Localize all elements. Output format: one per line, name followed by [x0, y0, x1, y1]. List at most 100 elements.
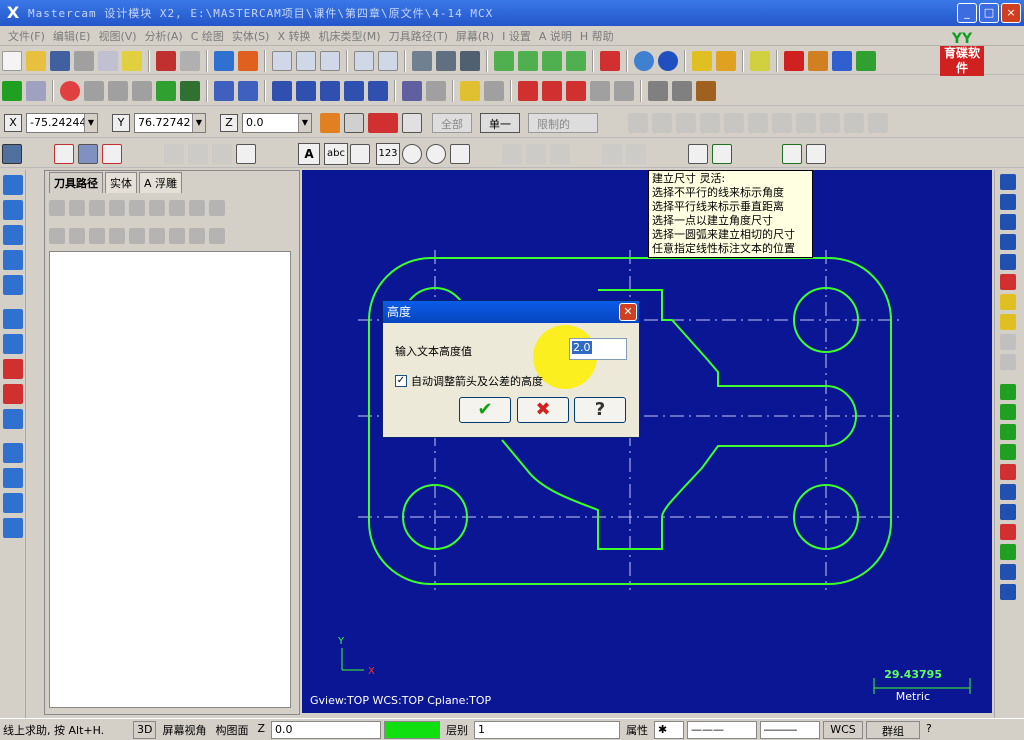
- menu-create[interactable]: C 绘图: [191, 28, 224, 44]
- x-coord-field[interactable]: -75.24244 ▼: [26, 112, 98, 133]
- select-single-button[interactable]: 单一: [480, 112, 520, 133]
- menu-machine[interactable]: 机床类型(M): [319, 28, 381, 44]
- dim-option-icon[interactable]: [626, 143, 646, 164]
- view-top-icon[interactable]: [518, 50, 538, 71]
- sphere-icon[interactable]: [658, 50, 678, 71]
- move-up-icon[interactable]: [129, 228, 145, 244]
- post-icon[interactable]: [189, 200, 205, 216]
- tool-icon[interactable]: [1000, 404, 1016, 420]
- toolpath-icon[interactable]: [3, 175, 23, 195]
- distance-icon[interactable]: [484, 80, 504, 101]
- 3d-toggle[interactable]: 3D: [133, 720, 157, 739]
- tool-icon[interactable]: [1000, 384, 1016, 400]
- level-field[interactable]: 1: [474, 720, 621, 739]
- line-icon[interactable]: [26, 80, 46, 101]
- help-mark-icon[interactable]: [806, 143, 826, 164]
- toolpath-icon[interactable]: [3, 384, 23, 404]
- attributes-button[interactable]: 属性: [623, 720, 652, 739]
- regen-icon[interactable]: [89, 200, 105, 216]
- menu-toolpaths[interactable]: 刀具路径(T): [389, 28, 448, 44]
- pencil-icon[interactable]: [692, 50, 712, 71]
- verify-icon[interactable]: [149, 200, 165, 216]
- select-tool-icon[interactable]: [724, 112, 744, 133]
- view-front-icon[interactable]: [542, 50, 562, 71]
- dim-horizontal-icon[interactable]: [54, 143, 74, 164]
- tool-icon[interactable]: [1000, 564, 1016, 580]
- zoom-window-icon[interactable]: [296, 50, 316, 71]
- dim-option-icon[interactable]: [212, 143, 232, 164]
- regen-dirty-icon[interactable]: [109, 200, 125, 216]
- select-dirty-icon[interactable]: [69, 200, 85, 216]
- text-ab-icon[interactable]: [450, 143, 470, 164]
- redo-icon[interactable]: [180, 50, 200, 71]
- properties-icon[interactable]: [122, 50, 142, 71]
- print-preview-icon[interactable]: [98, 50, 118, 71]
- select-tool-icon[interactable]: [772, 112, 792, 133]
- globe-icon[interactable]: [634, 50, 654, 71]
- select-tool-icon[interactable]: [844, 112, 864, 133]
- view-iso-icon[interactable]: [494, 50, 514, 71]
- backplot-icon[interactable]: [129, 200, 145, 216]
- chain-icon[interactable]: [566, 80, 586, 101]
- insert-icon[interactable]: [149, 228, 165, 244]
- expand-icon[interactable]: [189, 228, 205, 244]
- line-width-dropdown[interactable]: ―――: [760, 720, 821, 739]
- chevron-down-icon[interactable]: ▼: [84, 113, 97, 132]
- help-icon[interactable]: [784, 50, 804, 71]
- level-label[interactable]: 层别: [443, 720, 472, 739]
- selection-mode-dropdown[interactable]: 限制的: [528, 112, 598, 133]
- select-tool-icon[interactable]: [748, 112, 768, 133]
- fast-point-icon[interactable]: [320, 112, 340, 133]
- menu-file[interactable]: 文件(F): [8, 28, 45, 44]
- menu-edit[interactable]: 编辑(E): [53, 28, 91, 44]
- tab-solids[interactable]: 实体: [105, 172, 137, 193]
- toolpath-icon[interactable]: [3, 468, 23, 488]
- dim-option-icon[interactable]: [602, 143, 622, 164]
- open-file-icon[interactable]: [26, 50, 46, 71]
- point-icon[interactable]: [2, 80, 22, 101]
- lock-icon[interactable]: [49, 228, 65, 244]
- tool-icon[interactable]: [1000, 584, 1016, 600]
- ok-apply-icon[interactable]: [2, 143, 22, 164]
- dim-option-icon[interactable]: [188, 143, 208, 164]
- graphics-area[interactable]: Y X Gview:TOP WCS:TOP Cplane:TOP 29.4379…: [302, 170, 992, 713]
- select-all-button[interactable]: 全部: [432, 112, 472, 133]
- dim-arrows-icon[interactable]: [102, 143, 122, 164]
- select-all-ops-icon[interactable]: [49, 200, 65, 216]
- translate-icon[interactable]: [272, 80, 292, 101]
- move-down-icon[interactable]: [109, 228, 125, 244]
- hide-icon[interactable]: [590, 80, 610, 101]
- new-file-icon[interactable]: [2, 50, 22, 71]
- menu-screen[interactable]: 屏幕(R): [456, 28, 494, 44]
- help-icon[interactable]: [209, 228, 225, 244]
- scroll-icon[interactable]: [169, 228, 185, 244]
- trim-icon[interactable]: [214, 80, 234, 101]
- auto-adjust-checkbox[interactable]: ✓ 自动调整箭头及公差的高度: [395, 373, 543, 389]
- break-icon[interactable]: [238, 80, 258, 101]
- sparkle-icon[interactable]: [716, 50, 736, 71]
- lathe-icon[interactable]: [696, 80, 716, 101]
- dim-option-icon[interactable]: [526, 143, 546, 164]
- tool-icon[interactable]: [1000, 234, 1016, 250]
- help-mark-icon[interactable]: [402, 112, 422, 133]
- menu-help[interactable]: H 帮助: [580, 28, 614, 44]
- minimize-button[interactable]: _: [957, 3, 977, 23]
- toolpath-icon[interactable]: [3, 275, 23, 295]
- toolpath-icon[interactable]: [3, 359, 23, 379]
- point-style-dropdown[interactable]: ✱: [654, 720, 685, 739]
- dim-option-icon[interactable]: [164, 143, 184, 164]
- checkbox-check-icon[interactable]: ✓: [395, 375, 407, 387]
- select-tool-icon[interactable]: [628, 112, 648, 133]
- tab-art[interactable]: A 浮雕: [139, 172, 183, 193]
- dim-option-icon[interactable]: [236, 143, 256, 164]
- operations-tree[interactable]: [49, 251, 291, 708]
- save-icon[interactable]: [50, 50, 70, 71]
- select-tool-icon[interactable]: [820, 112, 840, 133]
- analyze-icon[interactable]: [460, 80, 480, 101]
- dim-vertical-icon[interactable]: [78, 143, 98, 164]
- screen-view-button[interactable]: 屏幕视角: [159, 720, 210, 739]
- align-icon[interactable]: [426, 80, 446, 101]
- toolpath-icon[interactable]: [3, 309, 23, 329]
- backplot-icon[interactable]: [832, 50, 852, 71]
- repaint-icon[interactable]: [238, 50, 258, 71]
